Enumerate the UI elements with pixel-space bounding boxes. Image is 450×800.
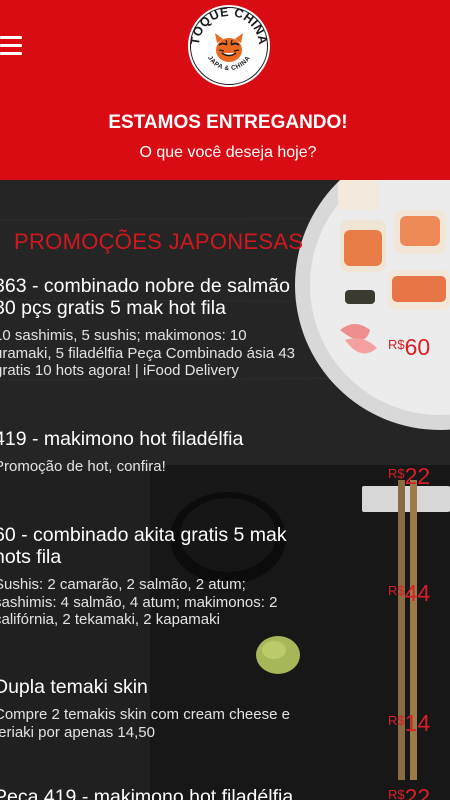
hamburger-menu-icon[interactable] — [0, 36, 24, 60]
price-amount: 44 — [404, 580, 431, 606]
item-price: R$14 — [388, 710, 430, 737]
menu-item[interactable]: 60 - combinado akita gratis 5 mak hots f… — [0, 524, 374, 629]
item-name: Peça 419 - makimono hot filadélfia — [0, 786, 294, 800]
app-header: TOQUE CHINA JAPA & CHINA ESTAMOS ENTREGA… — [0, 0, 450, 180]
item-price: R$22 — [388, 784, 430, 800]
section-title: PROMOÇÕES JAPONESAS — [14, 229, 304, 254]
menu-item[interactable]: 419 - makimono hot filadélfia Promoção d… — [0, 428, 374, 476]
item-name: Dupla temaki skin — [0, 676, 148, 698]
delivery-headline: ESTAMOS ENTREGANDO! — [108, 112, 348, 133]
price-amount: 60 — [404, 334, 431, 360]
item-price: R$60 — [388, 334, 430, 361]
price-currency: R$ — [388, 787, 405, 800]
item-description: Sushis: 2 camarão, 2 salmão, 2 atum; sas… — [0, 576, 278, 628]
delivery-subheadline: O que você deseja hoje? — [139, 144, 317, 161]
menu-item[interactable]: Dupla temaki skin Compre 2 temakis skin … — [0, 676, 374, 741]
price-currency: R$ — [388, 466, 405, 481]
item-price: R$44 — [388, 580, 430, 607]
item-name: 363 - combinado nobre de salmão 30 pçs g… — [0, 275, 290, 319]
price-amount: 14 — [404, 710, 431, 736]
promotions-list[interactable]: PROMOÇÕES JAPONESAS 363 - combinado nobr… — [0, 180, 450, 800]
price-currency: R$ — [388, 713, 405, 728]
item-price: R$22 — [388, 463, 430, 490]
price-currency: R$ — [388, 583, 405, 598]
price-currency: R$ — [388, 337, 405, 352]
item-name: 419 - makimono hot filadélfia — [0, 428, 244, 450]
menu-item[interactable]: 363 - combinado nobre de salmão 30 pçs g… — [0, 275, 374, 380]
price-amount: 22 — [404, 463, 431, 489]
item-name: 60 - combinado akita gratis 5 mak hots f… — [0, 524, 287, 568]
item-description: Compre 2 temakis skin com cream cheese e… — [0, 706, 290, 741]
menu-item[interactable]: Peça 419 - makimono hot filadélfia — [0, 786, 374, 800]
price-amount: 22 — [404, 784, 431, 800]
item-description: Promoção de hot, confira! — [0, 458, 166, 475]
item-description: 10 sashimis, 5 sushis; makimonos: 10 ura… — [0, 327, 296, 379]
toque-china-logo[interactable]: TOQUE CHINA JAPA & CHINA — [186, 3, 272, 89]
